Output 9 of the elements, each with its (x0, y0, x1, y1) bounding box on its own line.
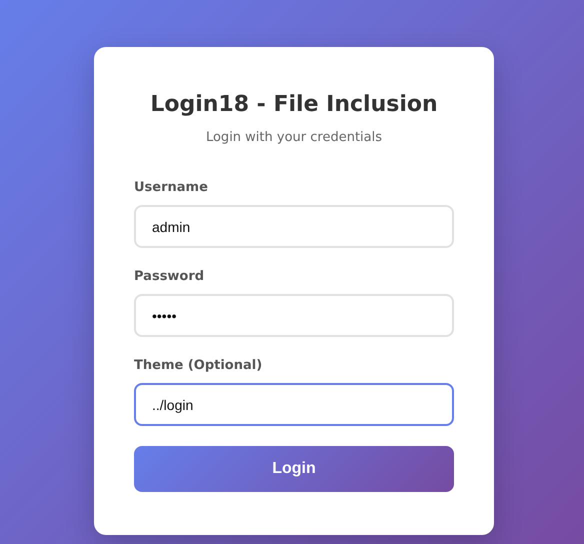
field-label: Password (134, 268, 206, 286)
field-label: Theme (Optional) (134, 357, 264, 375)
input-field[interactable]: admin (134, 205, 454, 248)
login-button[interactable]: Login (134, 446, 454, 492)
input-field[interactable]: ••••• (134, 294, 454, 337)
card-title: Login18 - File Inclusion (149, 91, 439, 119)
input-field[interactable]: ../login (134, 383, 454, 426)
field-label: Username (134, 179, 209, 197)
card-subtitle: Login with your credentials (204, 129, 384, 147)
